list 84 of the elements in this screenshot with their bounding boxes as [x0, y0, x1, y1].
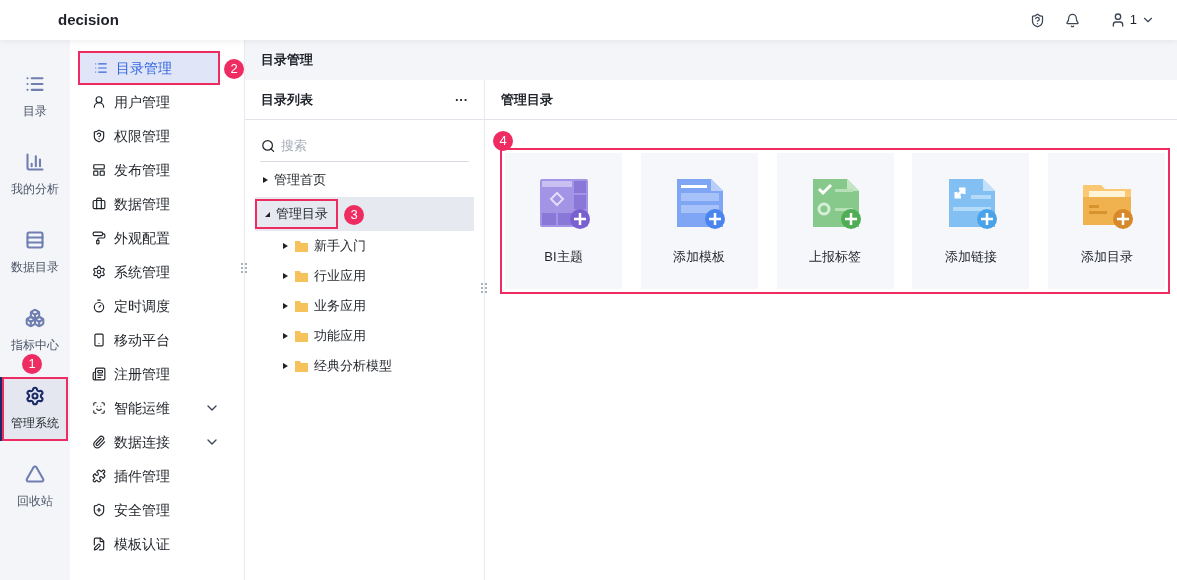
tree-label: 功能应用 [314, 327, 366, 346]
folder-icon [295, 360, 308, 372]
folder-icon [295, 240, 308, 252]
rail-item[interactable]: 目录 [2, 65, 68, 129]
callout-badge: 3 [344, 204, 364, 225]
caret-icon[interactable] [281, 362, 289, 370]
rail-item[interactable]: 我的分析 [2, 143, 68, 207]
callout-badge: 4 [493, 130, 513, 151]
more-button[interactable]: ··· [455, 89, 468, 110]
user-menu[interactable]: 1 [1109, 10, 1155, 30]
sidebar-item[interactable]: 用户管理 [78, 85, 224, 119]
puzzle-icon [92, 469, 106, 483]
panel-title: 目录列表 [261, 90, 313, 109]
app-title: decision [58, 9, 119, 30]
list-icon [25, 74, 45, 94]
sidebar-item[interactable]: 数据管理 [78, 187, 224, 221]
rail-item[interactable]: 数据目录 [2, 221, 68, 285]
tree-label: 新手入门 [314, 237, 366, 256]
tree-label: 管理首页 [274, 171, 326, 190]
timer-icon [92, 299, 106, 313]
sidebar-item[interactable]: 数据连接 [78, 425, 224, 459]
add-tile[interactable]: 上报标签 [776, 153, 894, 289]
caret-icon[interactable] [281, 302, 289, 310]
tree-node[interactable]: 新手入门 [255, 231, 474, 261]
caret-icon[interactable] [281, 242, 289, 250]
triangle-icon [25, 464, 45, 484]
stack-icon [25, 230, 45, 250]
drag-handle-icon[interactable] [241, 263, 247, 273]
tree-node[interactable]: 业务应用 [255, 291, 474, 321]
folder-icon [295, 270, 308, 282]
caret-icon[interactable] [281, 332, 289, 340]
tree-label: 业务应用 [314, 297, 366, 316]
roller-icon [92, 231, 106, 245]
add-tile[interactable]: BI主题 [505, 153, 622, 289]
rail-item[interactable]: 管理系统 [2, 377, 68, 441]
add-tile[interactable]: 添加模板 [640, 153, 758, 289]
chart-icon [25, 152, 45, 172]
sidebar-item[interactable]: 定时调度 [78, 289, 224, 323]
gear-icon [92, 265, 106, 279]
tree-label: 经典分析模型 [314, 357, 392, 376]
callout-badge: 2 [224, 58, 244, 79]
sidebar-item[interactable]: 目录管理 [78, 51, 220, 85]
edit-icon [92, 537, 106, 551]
caret-icon[interactable] [281, 272, 289, 280]
list-icon [94, 61, 108, 75]
sidebar-item[interactable]: 权限管理 [78, 119, 224, 153]
search-field[interactable]: 搜索 [281, 135, 468, 156]
breadcrumb: 目录管理 [261, 51, 313, 70]
tree-node[interactable]: 管理首页 [255, 163, 474, 197]
tree-node[interactable]: 经典分析模型 [255, 351, 474, 381]
sidebar-item[interactable]: 智能运维 [78, 391, 224, 425]
tree-label: 管理目录 [276, 205, 328, 224]
caret-icon[interactable] [263, 210, 271, 218]
add-tile[interactable]: 添加链接 [912, 153, 1030, 289]
cubes-icon [25, 308, 45, 328]
layout-icon [92, 163, 106, 177]
caret-icon[interactable] [261, 176, 269, 184]
phone-icon [92, 333, 106, 347]
add-tile[interactable]: 添加目录 [1048, 153, 1165, 289]
rail-item[interactable]: 回收站 [2, 455, 68, 519]
sidebar-item[interactable]: 外观配置 [78, 221, 224, 255]
sidebar-item[interactable]: 移动平台 [78, 323, 224, 357]
search-icon [261, 137, 276, 154]
sidebar-item[interactable]: 注册管理 [78, 357, 224, 391]
sidebar-item[interactable]: 插件管理 [78, 459, 224, 493]
sidebar-item[interactable]: 安全管理 [78, 493, 224, 527]
folder-icon [295, 330, 308, 342]
tree-node[interactable]: 行业应用 [255, 261, 474, 291]
user-icon [92, 95, 106, 109]
drag-handle-icon[interactable] [481, 283, 487, 293]
form-icon [92, 367, 106, 381]
tree-node[interactable]: 管理目录 3 [255, 197, 474, 231]
callout-badge: 1 [22, 353, 42, 374]
folder-icon [295, 300, 308, 312]
briefcase-icon [92, 197, 106, 211]
sidebar-item[interactable]: 系统管理 [78, 255, 224, 289]
paperclip-icon [92, 435, 106, 449]
panel-title: 管理目录 [501, 90, 553, 109]
tree-label: 行业应用 [314, 267, 366, 286]
notification-icon[interactable] [1064, 12, 1080, 28]
sidebar-item[interactable]: 模板认证 [78, 527, 224, 561]
sidebar-item[interactable]: 发布管理 [78, 153, 224, 187]
gear-icon [25, 386, 45, 406]
tree-node[interactable]: 功能应用 [255, 321, 474, 351]
